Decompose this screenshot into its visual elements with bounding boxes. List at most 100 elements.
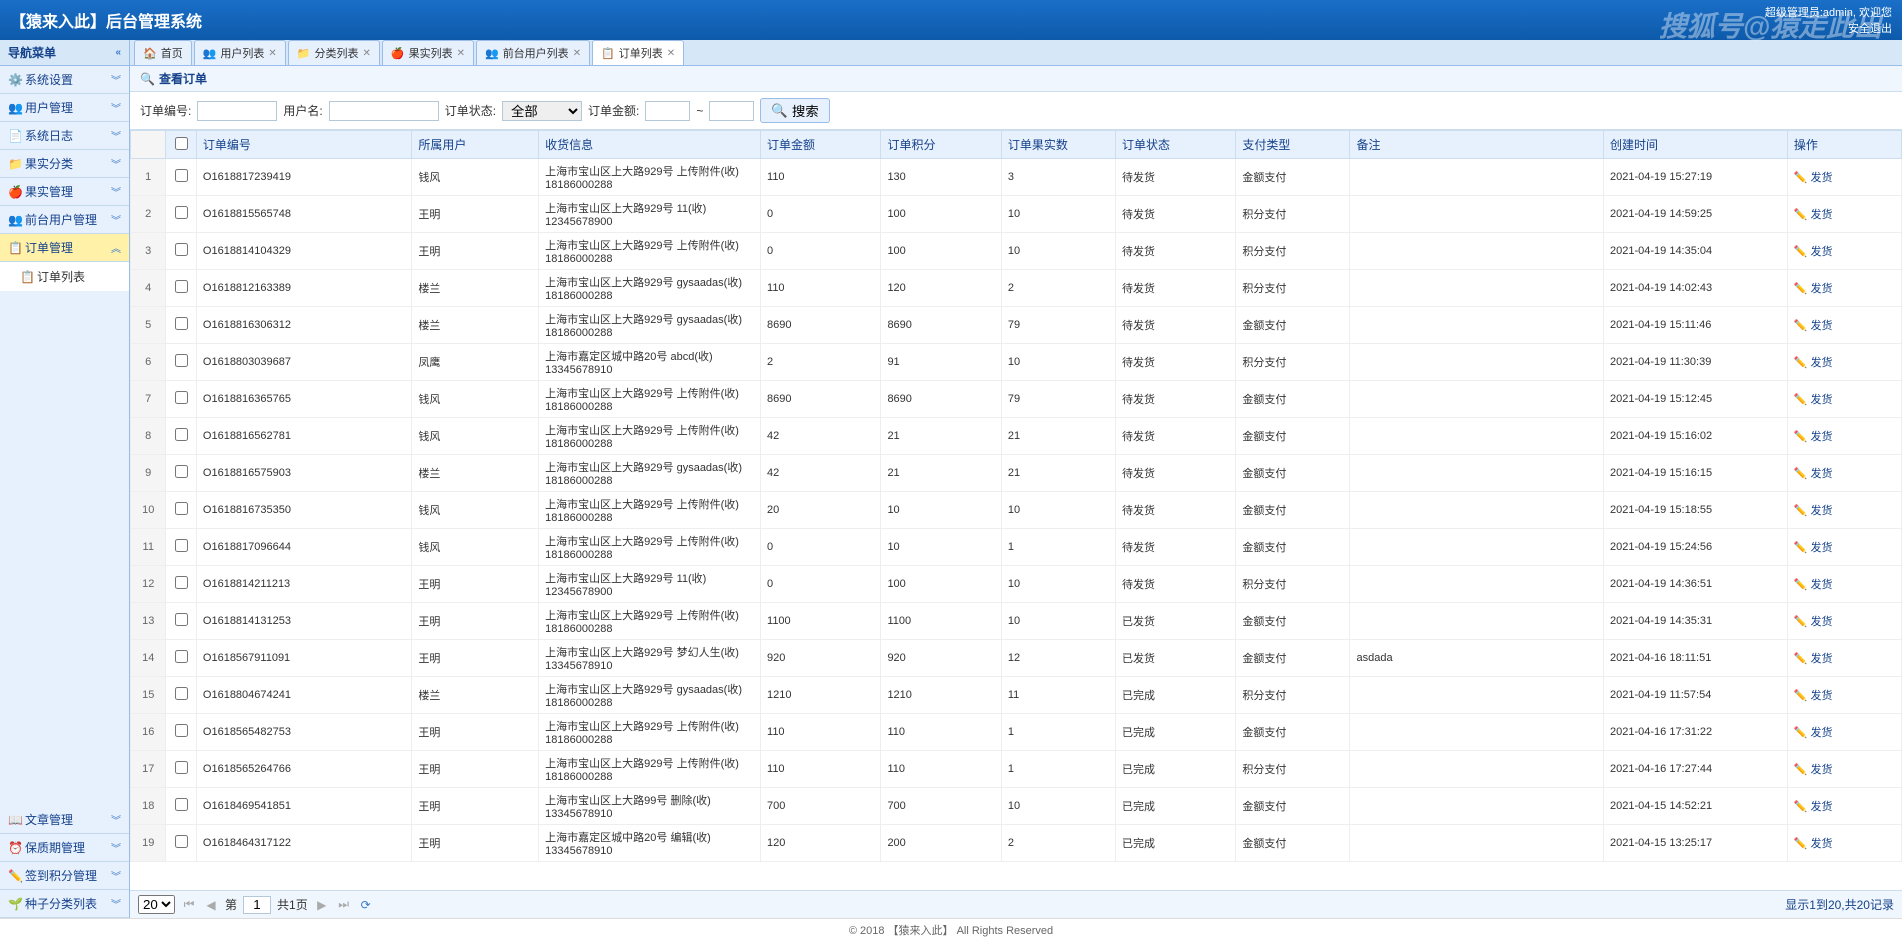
- row-checkbox[interactable]: [175, 317, 188, 330]
- ship-button[interactable]: ✏️发货: [1794, 391, 1833, 407]
- row-checkbox[interactable]: [175, 687, 188, 700]
- row-checkbox[interactable]: [175, 835, 188, 848]
- ship-button[interactable]: ✏️发货: [1794, 169, 1833, 185]
- sidebar-sub-order-list[interactable]: 📋 订单列表: [0, 262, 129, 291]
- col-header-0[interactable]: 订单编号: [196, 131, 412, 159]
- ship-button[interactable]: ✏️发货: [1794, 650, 1833, 666]
- col-header-1[interactable]: 所属用户: [412, 131, 539, 159]
- cell-note: [1350, 159, 1604, 196]
- checkbox-header[interactable]: [166, 131, 196, 159]
- row-checkbox[interactable]: [175, 354, 188, 367]
- ship-button[interactable]: ✏️发货: [1794, 465, 1833, 481]
- cell-action: ✏️发货: [1787, 381, 1901, 418]
- sidebar-item-6[interactable]: 📋订单管理︽: [0, 234, 129, 262]
- ship-button[interactable]: ✏️发货: [1794, 613, 1833, 629]
- ship-button[interactable]: ✏️发货: [1794, 317, 1833, 333]
- sidebar-item-2[interactable]: 📄系统日志︾: [0, 122, 129, 150]
- ship-button[interactable]: ✏️发货: [1794, 576, 1833, 592]
- refresh-button[interactable]: ⟳: [358, 897, 374, 913]
- ship-button[interactable]: ✏️发货: [1794, 724, 1833, 740]
- select-all-checkbox[interactable]: [175, 137, 188, 150]
- page-input[interactable]: [243, 896, 271, 914]
- next-page-button[interactable]: ▶: [314, 897, 330, 913]
- ship-button[interactable]: ✏️发货: [1794, 206, 1833, 222]
- category-icon: 📁: [297, 47, 311, 60]
- amount-max-input[interactable]: [709, 101, 754, 121]
- col-header-8[interactable]: 备注: [1350, 131, 1604, 159]
- cell-qty: 79: [1001, 381, 1115, 418]
- ship-button[interactable]: ✏️发货: [1794, 687, 1833, 703]
- tab-4[interactable]: 👥前台用户列表✕: [476, 40, 590, 65]
- row-checkbox[interactable]: [175, 650, 188, 663]
- sidebar-bottom-item-1[interactable]: ⏰保质期管理︾: [0, 834, 129, 862]
- nav-label: 订单管理: [25, 239, 73, 256]
- close-icon[interactable]: ✕: [457, 48, 465, 59]
- tab-5[interactable]: 📋订单列表✕: [592, 40, 684, 65]
- row-checkbox[interactable]: [175, 502, 188, 515]
- tab-2[interactable]: 📁分类列表✕: [288, 40, 380, 65]
- tab-0[interactable]: 🏠首页: [134, 40, 192, 65]
- row-checkbox[interactable]: [175, 761, 188, 774]
- row-checkbox[interactable]: [175, 613, 188, 626]
- status-select[interactable]: 全部: [502, 101, 582, 121]
- ship-button[interactable]: ✏️发货: [1794, 798, 1833, 814]
- cell-pay: 金额支付: [1236, 418, 1350, 455]
- collapse-icon[interactable]: «: [115, 47, 121, 58]
- ship-button[interactable]: ✏️发货: [1794, 354, 1833, 370]
- table-container: 订单编号所属用户收货信息订单金额订单积分订单果实数订单状态支付类型备注创建时间操…: [130, 130, 1902, 890]
- sidebar-bottom-item-2[interactable]: ✏️签到积分管理︾: [0, 862, 129, 890]
- prev-page-button[interactable]: ◀: [203, 897, 219, 913]
- row-checkbox[interactable]: [175, 465, 188, 478]
- row-checkbox[interactable]: [175, 576, 188, 589]
- row-checkbox[interactable]: [175, 428, 188, 441]
- amount-min-input[interactable]: [645, 101, 690, 121]
- tab-1[interactable]: 👥用户列表✕: [194, 40, 286, 65]
- cell-qty: 10: [1001, 344, 1115, 381]
- col-header-2[interactable]: 收货信息: [539, 131, 761, 159]
- ship-button[interactable]: ✏️发货: [1794, 761, 1833, 777]
- col-header-9[interactable]: 创建时间: [1604, 131, 1788, 159]
- username-input[interactable]: [329, 101, 439, 121]
- chevron-icon: ︾: [111, 212, 121, 227]
- col-header-4[interactable]: 订单积分: [881, 131, 1001, 159]
- ship-button[interactable]: ✏️发货: [1794, 539, 1833, 555]
- clipboard-icon: 📋: [601, 47, 615, 60]
- row-checkbox[interactable]: [175, 539, 188, 552]
- col-header-7[interactable]: 支付类型: [1236, 131, 1350, 159]
- ship-button[interactable]: ✏️发货: [1794, 243, 1833, 259]
- row-checkbox[interactable]: [175, 243, 188, 256]
- col-header-3[interactable]: 订单金额: [761, 131, 881, 159]
- close-icon[interactable]: ✕: [573, 48, 581, 59]
- row-checkbox[interactable]: [175, 169, 188, 182]
- page-size-select[interactable]: 20: [138, 895, 175, 914]
- search-button[interactable]: 🔍 搜索: [760, 98, 829, 123]
- row-checkbox[interactable]: [175, 798, 188, 811]
- close-icon[interactable]: ✕: [667, 48, 675, 59]
- ship-button[interactable]: ✏️发货: [1794, 428, 1833, 444]
- sidebar-bottom-item-3[interactable]: 🌱种子分类列表︾: [0, 890, 129, 918]
- first-page-button[interactable]: ⏮: [181, 897, 197, 913]
- col-header-6[interactable]: 订单状态: [1115, 131, 1235, 159]
- sidebar-item-3[interactable]: 📁果实分类︾: [0, 150, 129, 178]
- nav-label: 系统设置: [25, 71, 73, 88]
- ship-button[interactable]: ✏️发货: [1794, 502, 1833, 518]
- order-id-input[interactable]: [197, 101, 277, 121]
- col-header-5[interactable]: 订单果实数: [1001, 131, 1115, 159]
- sidebar-item-5[interactable]: 👥前台用户管理︾: [0, 206, 129, 234]
- row-checkbox[interactable]: [175, 206, 188, 219]
- sidebar-item-1[interactable]: 👥用户管理︾: [0, 94, 129, 122]
- sidebar-item-0[interactable]: ⚙️系统设置︾: [0, 66, 129, 94]
- sidebar-item-4[interactable]: 🍎果实管理︾: [0, 178, 129, 206]
- sidebar-bottom-item-0[interactable]: 📖文章管理︾: [0, 806, 129, 834]
- row-checkbox[interactable]: [175, 280, 188, 293]
- row-checkbox[interactable]: [175, 724, 188, 737]
- ship-button[interactable]: ✏️发货: [1794, 835, 1833, 851]
- logout-link[interactable]: 安全退出: [1848, 23, 1892, 35]
- tab-3[interactable]: 🍎果实列表✕: [382, 40, 474, 65]
- close-icon[interactable]: ✕: [363, 48, 371, 59]
- col-header-10[interactable]: 操作: [1787, 131, 1901, 159]
- close-icon[interactable]: ✕: [268, 48, 276, 59]
- row-checkbox[interactable]: [175, 391, 188, 404]
- last-page-button[interactable]: ⏭: [336, 897, 352, 913]
- ship-button[interactable]: ✏️发货: [1794, 280, 1833, 296]
